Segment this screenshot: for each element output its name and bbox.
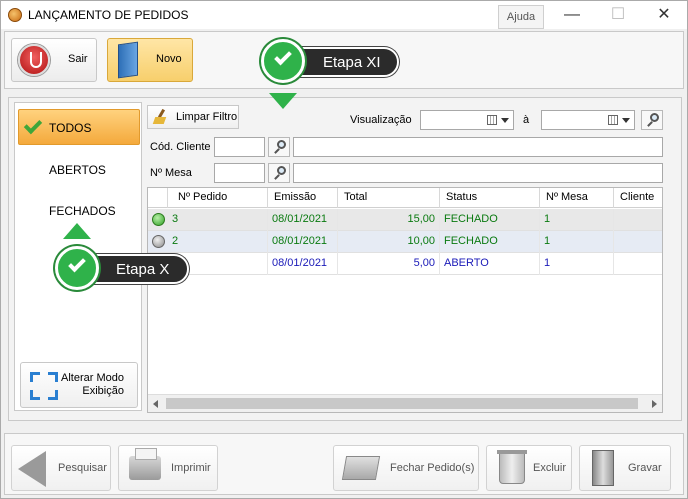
column-header-mesa[interactable]: Nº Mesa [540, 188, 614, 208]
table-row[interactable]: 3 08/01/2021 15,00 FECHADO 1 [148, 209, 662, 231]
orders-grid: Nº Pedido Emissão Total Status Nº Mesa C… [147, 187, 663, 413]
date-search-button[interactable] [641, 110, 663, 130]
magnifier-icon [277, 166, 286, 175]
alter-display-mode-label: Alterar Modo Exibição [61, 372, 124, 397]
to-label: à [523, 114, 530, 126]
trash-icon [497, 450, 527, 484]
status-closed-icon [152, 213, 165, 226]
table-row[interactable]: 2 08/01/2021 10,00 FECHADO 1 [148, 231, 662, 253]
print-button[interactable]: Imprimir [118, 445, 218, 491]
column-header-cliente[interactable]: Cliente [614, 188, 662, 208]
main-window: LANÇAMENTO DE PEDIDOS Ajuda — ☐ ✕ Sair N… [0, 0, 688, 499]
scroll-left-icon[interactable] [153, 400, 158, 408]
date-from-picker[interactable] [420, 110, 514, 130]
magnifier-icon [650, 113, 659, 122]
filter-item-abertos[interactable]: ABERTOS [18, 152, 140, 188]
table-search-button[interactable] [268, 163, 290, 183]
column-header-total[interactable]: Total [338, 188, 440, 208]
date-to-picker[interactable] [541, 110, 635, 130]
printer-icon [129, 448, 161, 480]
step-xi-pointer [269, 93, 297, 109]
title-bar: LANÇAMENTO DE PEDIDOS Ajuda — ☐ ✕ [1, 1, 687, 29]
binder-icon [592, 450, 614, 486]
new-label: Novo [156, 53, 182, 65]
grid-header: Nº Pedido Emissão Total Status Nº Mesa C… [148, 188, 662, 208]
filter-label-abertos: ABERTOS [49, 163, 106, 177]
maximize-button[interactable]: ☐ [595, 1, 641, 29]
arrow-left-icon [18, 451, 46, 487]
filter-item-todos[interactable]: TODOS [18, 109, 140, 145]
table-row[interactable]: 08/01/2021 5,00 ABERTO 1 [148, 253, 662, 275]
step-x-pointer [63, 223, 91, 239]
alter-display-mode-button[interactable]: Alterar Modo Exibição [20, 362, 138, 408]
delete-button[interactable]: Excluir [486, 445, 572, 491]
exit-label: Sair [68, 53, 88, 65]
app-icon [8, 8, 22, 22]
magnifier-icon [277, 140, 286, 149]
visualization-label: Visualização [350, 114, 412, 126]
close-button[interactable]: ✕ [641, 1, 687, 29]
table-number-input[interactable] [214, 163, 265, 183]
column-header-pedido[interactable]: Nº Pedido [168, 188, 268, 208]
new-button[interactable]: Novo [107, 38, 193, 82]
expand-arrows-icon [30, 372, 58, 400]
check-badge-icon [55, 246, 99, 290]
help-button[interactable]: Ajuda [498, 5, 544, 29]
filter-label-todos: TODOS [49, 121, 92, 135]
column-header-status[interactable]: Status [440, 188, 540, 208]
calendar-icon [608, 115, 618, 125]
scroll-thumb[interactable] [166, 398, 638, 409]
broom-icon [154, 109, 168, 125]
status-neutral-icon [152, 235, 165, 248]
client-code-label: Cód. Cliente [150, 141, 211, 153]
chevron-down-icon [501, 118, 509, 123]
close-orders-button[interactable]: Fechar Pedido(s) [333, 445, 479, 491]
scroll-right-icon[interactable] [652, 400, 657, 408]
horizontal-scrollbar[interactable] [148, 394, 662, 412]
check-badge-icon [261, 39, 305, 83]
client-code-input[interactable] [214, 137, 265, 157]
window-title: LANÇAMENTO DE PEDIDOS [28, 8, 189, 22]
bottom-toolbar: Pesquisar Imprimir Fechar Pedido(s) Excl… [4, 433, 684, 495]
table-description-input[interactable] [293, 163, 663, 183]
door-icon [118, 41, 138, 79]
filter-label-fechados: FECHADOS [49, 204, 116, 218]
exit-button[interactable]: Sair [11, 38, 97, 82]
save-button[interactable]: Gravar [579, 445, 671, 491]
table-number-label: Nº Mesa [150, 167, 192, 179]
power-icon [18, 44, 50, 76]
chevron-down-icon [622, 118, 630, 123]
check-icon [23, 115, 43, 135]
client-search-button[interactable] [268, 137, 290, 157]
minimize-button[interactable]: — [549, 1, 595, 29]
client-name-input[interactable] [293, 137, 663, 157]
clear-filter-button[interactable]: Limpar Filtro [147, 105, 239, 129]
search-button[interactable]: Pesquisar [11, 445, 111, 491]
calendar-icon [487, 115, 497, 125]
document-icon [341, 456, 381, 480]
column-header-emissao[interactable]: Emissão [268, 188, 338, 208]
